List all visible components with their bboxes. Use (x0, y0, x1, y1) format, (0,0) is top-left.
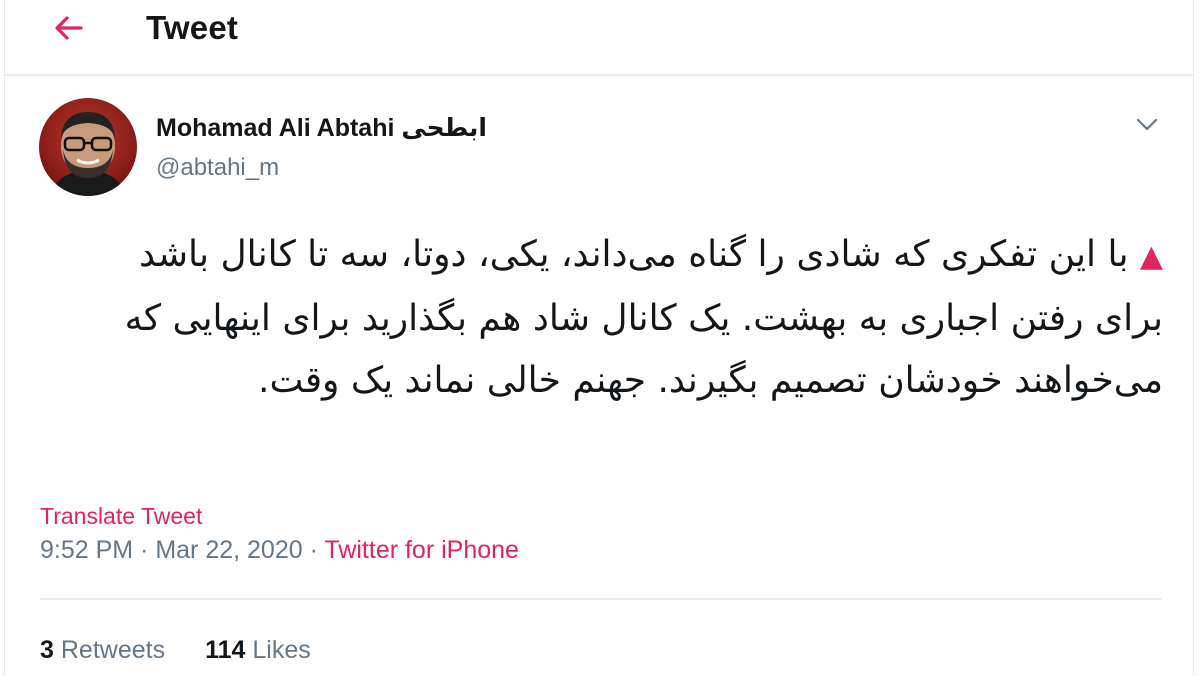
retweets-label: Retweets (60, 636, 166, 664)
tweet-date[interactable]: Mar 22, 2020 (155, 536, 302, 564)
tweet-source-link[interactable]: Twitter for iPhone (324, 536, 519, 564)
chevron-down-icon (1136, 118, 1158, 131)
arrow-left-icon (55, 16, 83, 40)
tweet-text-content: با این تفکری که شادی را گناه می‌داند، یک… (124, 234, 1163, 401)
meta-separator: · (302, 536, 325, 564)
retweets-count: 3 (40, 636, 54, 664)
page-header: Tweet (5, 0, 1193, 76)
author-handle[interactable]: @abtahi_m (156, 154, 279, 182)
avatar-photo (39, 98, 137, 196)
divider (40, 598, 1162, 600)
page-title: Tweet (146, 9, 239, 46)
tweet-text: ▲ با این تفکری که شادی را گناه می‌داند، … (65, 224, 1163, 412)
more-options-button[interactable] (1129, 106, 1165, 142)
tweet-time[interactable]: 9:52 PM (40, 536, 133, 564)
avatar[interactable] (39, 98, 137, 196)
meta-separator: · (133, 536, 156, 564)
tweet-page: Tweet Mohamad Ali Abtahi ابطحی @abtahi_m (4, 0, 1194, 676)
likes-stat[interactable]: 114 Likes (205, 636, 311, 664)
tweet-stats: 3 Retweets 114 Likes (40, 636, 311, 665)
retweets-stat[interactable]: 3 Retweets (40, 636, 165, 664)
likes-label: Likes (252, 636, 311, 664)
tweet-meta: 9:52 PM · Mar 22, 2020 · Twitter for iPh… (40, 536, 519, 565)
back-button[interactable] (47, 6, 91, 50)
red-triangle-icon: ▲ (1139, 239, 1163, 274)
likes-count: 114 (205, 636, 246, 664)
translate-tweet-link[interactable]: Translate Tweet (40, 503, 202, 530)
author-name[interactable]: Mohamad Ali Abtahi ابطحی (156, 113, 487, 143)
